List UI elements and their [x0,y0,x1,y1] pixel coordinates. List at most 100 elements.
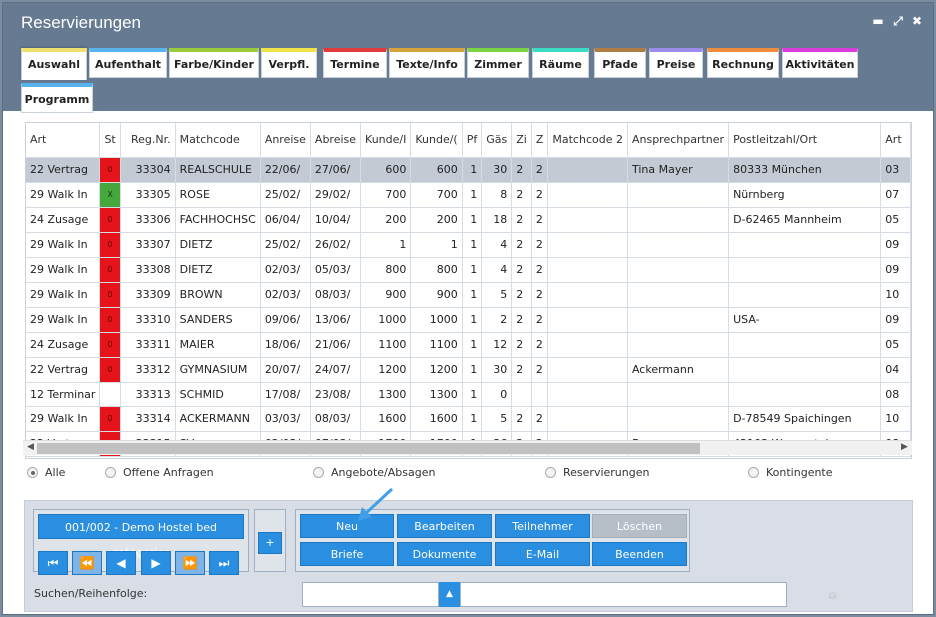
table-row[interactable]: 24 Zusage 0 33306 FACHHOCHSC 06/04/10/04/200… [26,207,911,233]
column-header[interactable]: Art [880,123,911,158]
end-button[interactable]: Beenden [592,542,687,566]
tab-zimmer[interactable]: Zimmer [467,48,529,78]
column-header[interactable]: Postleitzahl/Ort [728,123,882,158]
scroll-right-icon[interactable]: ▶ [901,442,908,452]
column-header[interactable]: Gäs [481,123,513,158]
cell-abreise: 05/03/ [310,257,362,283]
cell-abreise: 08/03/ [310,406,362,432]
maximize-icon[interactable]: ⤢ [891,14,905,28]
table-row[interactable]: 22 Vertrag 0 33304 REALSCHULE 22/06/27/06/60… [26,157,911,183]
tab-programm[interactable]: Programm [21,83,93,113]
search-label: Suchen/Reihenfolge: [34,587,148,600]
edit-button[interactable]: Bearbeiten [397,514,492,538]
scroll-left-icon[interactable]: ◀ [27,442,34,452]
table-row[interactable]: 29 Walk In 0 33307 DIETZ 25/02/26/02/1 1 1 4 2 2 0… [26,232,911,258]
filter-reservierungen[interactable]: Reservierungen [545,466,649,479]
minimize-icon[interactable]: ▬ [871,14,885,28]
prev-page-icon[interactable]: ⏪ [72,551,102,575]
column-header[interactable]: Pf [462,123,483,158]
table-row[interactable]: 24 Zusage 0 33311 MAIER 18/06/21/06/1100 1100… [26,332,911,358]
filter-label: Offene Anfragen [123,466,214,479]
delete-button[interactable]: Löschen [592,514,687,538]
status-marker: X [100,182,120,206]
search-field[interactable]: ⍝ [460,582,836,607]
cell-zi: 2 [511,357,532,383]
cell-z: 2 [531,307,549,333]
tab-verpfl-[interactable]: Verpfl. [261,48,317,78]
cell-reg: 33304 [120,157,176,183]
tab-pfade[interactable]: Pfade [594,48,646,78]
cell-abreise: 26/02/ [310,232,362,258]
cell-reg: 33311 [120,332,176,358]
column-header[interactable]: Z [531,123,549,158]
column-header[interactable]: Abreise [310,123,362,158]
filter-alle[interactable]: Alle [27,466,65,479]
column-header[interactable]: Reg.Nr. [120,123,176,158]
sort-dropdown-icon[interactable]: ▲ [439,582,460,607]
next-record-icon[interactable]: ▶ [141,551,171,575]
column-header[interactable]: Ansprechpartner [627,123,730,158]
filter-offene-anfragen[interactable]: Offene Anfragen [105,466,214,479]
tab-termine[interactable]: Termine [323,48,387,78]
table-row[interactable]: 29 Walk In X 33305 ROSE 25/02/29/02/700 700 1 8… [26,182,911,208]
cell-art2: 10 [880,406,911,432]
prev-record-icon[interactable]: ◀ [106,551,136,575]
table-row[interactable]: 29 Walk In 0 33308 DIETZ 02/03/05/03/800 800 1… [26,257,911,283]
column-header[interactable]: Anreise [260,123,311,158]
cell-pf: 1 [462,282,483,308]
cell-reg: 33307 [120,232,176,258]
tab-räume[interactable]: Räume [532,48,589,78]
tab-aktivitäten[interactable]: Aktivitäten [782,48,858,78]
filter-kontingente[interactable]: Kontingente [748,466,833,479]
search-input[interactable] [302,582,439,607]
record-selector-button[interactable]: 001/002 - Demo Hostel bed categories [38,514,244,559]
tab-auswahl[interactable]: Auswahl [21,48,87,80]
next-page-icon[interactable]: ⏩ [175,551,205,575]
email-button[interactable]: E-Mail [495,542,590,566]
column-header[interactable]: Matchcode 2 [547,123,628,158]
scrollbar-thumb[interactable] [37,443,700,454]
table-row[interactable]: 12 Terminar 33313 SCHMID 17/08/23/08/1300 13… [26,382,911,407]
last-record-icon[interactable]: ⏭ [209,551,239,575]
documents-button[interactable]: Dokumente [397,542,492,566]
cell-ort: 80333 München [728,157,882,183]
cell-match2 [547,307,628,333]
first-record-icon[interactable]: ⏮ [38,551,68,575]
close-icon[interactable]: ✖ [910,14,924,28]
column-header[interactable]: Art [26,123,101,158]
filter-angebote-absagen[interactable]: Angebote/Absagen [313,466,435,479]
status-cell [99,382,121,407]
horizontal-scrollbar[interactable]: ◀ ▶ [23,440,912,455]
cell-match2 [547,157,628,183]
radio-icon[interactable] [313,467,324,478]
radio-icon[interactable] [545,467,556,478]
table-row[interactable]: 29 Walk In 0 33310 SANDERS 09/06/13/06/1000 1… [26,307,911,333]
cell-reg: 33310 [120,307,176,333]
radio-icon[interactable] [748,467,759,478]
column-header[interactable]: Kunde/I [360,123,412,158]
column-header[interactable]: Matchcode [175,123,261,158]
table-row[interactable]: 29 Walk In 0 33309 BROWN 02/03/08/03/900 900 1… [26,282,911,308]
reservations-table-container[interactable]: Art St Reg.Nr. Matchcode Anreise Abreise Kunde… [25,122,912,459]
column-header[interactable]: Kunde/( [410,123,463,158]
tab-texte-info[interactable]: Texte/Info [389,48,465,78]
cell-ansprech [627,207,730,233]
tab-preise[interactable]: Preise [649,48,703,78]
table-row[interactable]: 29 Walk In 0 33314 ACKERMANN 03/03/08/03/160… [26,406,911,432]
cell-ort: D-78549 Spaichingen [728,406,882,432]
radio-icon[interactable] [27,467,38,478]
tab-farbe-kinder[interactable]: Farbe/Kinder [169,48,259,78]
letters-button[interactable]: Briefe [300,542,394,566]
tab-aufenthalt[interactable]: Aufenthalt [89,48,167,78]
status-cell: 0 [99,307,121,333]
cell-match: GYMNASIUM [175,357,261,383]
column-header[interactable]: St [99,123,121,158]
radio-icon[interactable] [105,467,116,478]
add-button[interactable]: + [258,532,282,554]
table-row[interactable]: 22 Vertrag 0 33312 GYMNASIUM 20/07/24/07/120… [26,357,911,383]
tab-rechnung[interactable]: Rechnung [707,48,779,78]
participants-button[interactable]: Teilnehmer [495,514,590,538]
cell-match2 [547,406,628,432]
cell-k1: 900 [360,282,412,308]
column-header[interactable]: Zi [511,123,532,158]
